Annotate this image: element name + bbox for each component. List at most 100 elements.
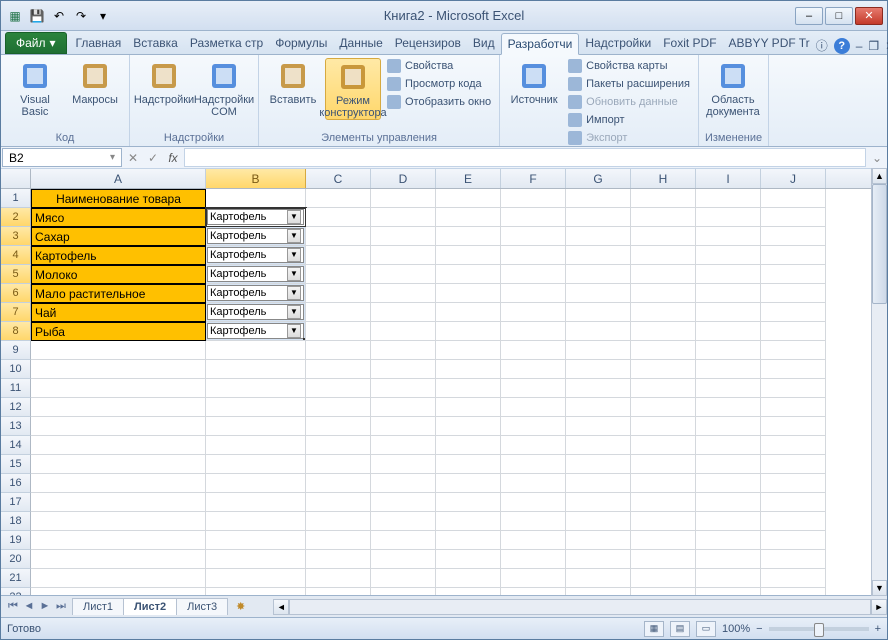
horizontal-scrollbar[interactable]: ◄ ► xyxy=(273,599,887,615)
expand-formula-bar-icon[interactable]: ⌄ xyxy=(867,147,887,168)
cell-A3[interactable]: Сахар xyxy=(31,227,206,246)
cell-H3[interactable] xyxy=(631,227,696,246)
column-header-H[interactable]: H xyxy=(631,169,696,188)
cell-E19[interactable] xyxy=(436,531,501,550)
cell-I18[interactable] xyxy=(696,512,761,531)
formula-input[interactable] xyxy=(184,148,866,167)
file-tab[interactable]: Файл▾ xyxy=(5,32,67,54)
ribbon-tab-вид[interactable]: Вид xyxy=(467,33,501,54)
zoom-level[interactable]: 100% xyxy=(722,623,750,635)
cell-H5[interactable] xyxy=(631,265,696,284)
cell-C8[interactable] xyxy=(306,322,371,341)
combobox-arrow-icon[interactable]: ▼ xyxy=(287,248,301,262)
cell-F17[interactable] xyxy=(501,493,566,512)
qat-dropdown-icon[interactable]: ▾ xyxy=(93,6,113,26)
addins-button[interactable]: Надстройки xyxy=(136,58,192,106)
cell-C1[interactable] xyxy=(306,189,371,208)
cell-F21[interactable] xyxy=(501,569,566,588)
row-header-2[interactable]: 2 xyxy=(1,208,31,227)
combobox-3[interactable]: Картофель▼ xyxy=(207,228,304,244)
zoom-slider[interactable] xyxy=(769,627,869,631)
cell-E9[interactable] xyxy=(436,341,501,360)
cell-F3[interactable] xyxy=(501,227,566,246)
cell-E3[interactable] xyxy=(436,227,501,246)
view-layout-icon[interactable]: ▤ xyxy=(670,621,690,637)
row-header-3[interactable]: 3 xyxy=(1,227,31,246)
cell-B1[interactable] xyxy=(206,189,306,208)
cell-I16[interactable] xyxy=(696,474,761,493)
cell-I15[interactable] xyxy=(696,455,761,474)
cell-C15[interactable] xyxy=(306,455,371,474)
row-header-15[interactable]: 15 xyxy=(1,455,31,474)
cell-I21[interactable] xyxy=(696,569,761,588)
sheet-nav-first-icon[interactable]: ⏮ xyxy=(5,600,21,613)
help-icon[interactable]: ? xyxy=(834,38,850,54)
cell-I9[interactable] xyxy=(696,341,761,360)
combobox-arrow-icon[interactable]: ▼ xyxy=(287,229,301,243)
cell-B21[interactable] xyxy=(206,569,306,588)
cell-F1[interactable] xyxy=(501,189,566,208)
cell-C13[interactable] xyxy=(306,417,371,436)
row-header-17[interactable]: 17 xyxy=(1,493,31,512)
cell-H20[interactable] xyxy=(631,550,696,569)
cell-E14[interactable] xyxy=(436,436,501,455)
cell-B13[interactable] xyxy=(206,417,306,436)
ribbon-tab-abbyy pdf tr[interactable]: ABBYY PDF Tr xyxy=(723,33,816,54)
cell-H16[interactable] xyxy=(631,474,696,493)
column-header-G[interactable]: G xyxy=(566,169,631,188)
cell-D11[interactable] xyxy=(371,379,436,398)
row-header-11[interactable]: 11 xyxy=(1,379,31,398)
cell-A22[interactable] xyxy=(31,588,206,595)
cell-E18[interactable] xyxy=(436,512,501,531)
combobox-arrow-icon[interactable]: ▼ xyxy=(287,305,301,319)
cell-C18[interactable] xyxy=(306,512,371,531)
cell-J19[interactable] xyxy=(761,531,826,550)
column-header-B[interactable]: B xyxy=(206,169,306,188)
cell-C16[interactable] xyxy=(306,474,371,493)
cell-H9[interactable] xyxy=(631,341,696,360)
cell-J12[interactable] xyxy=(761,398,826,417)
close-button[interactable]: ✕ xyxy=(855,7,883,25)
cell-C4[interactable] xyxy=(306,246,371,265)
cell-A18[interactable] xyxy=(31,512,206,531)
cell-A15[interactable] xyxy=(31,455,206,474)
cell-H15[interactable] xyxy=(631,455,696,474)
cell-A17[interactable] xyxy=(31,493,206,512)
row-header-13[interactable]: 13 xyxy=(1,417,31,436)
maximize-button[interactable]: □ xyxy=(825,7,853,25)
cell-E17[interactable] xyxy=(436,493,501,512)
row-header-10[interactable]: 10 xyxy=(1,360,31,379)
cell-B2[interactable]: Картофель▼ xyxy=(206,208,306,227)
cell-E6[interactable] xyxy=(436,284,501,303)
cell-H7[interactable] xyxy=(631,303,696,322)
cell-E21[interactable] xyxy=(436,569,501,588)
props-button[interactable]: Свойства xyxy=(385,58,493,74)
cell-F7[interactable] xyxy=(501,303,566,322)
cell-J11[interactable] xyxy=(761,379,826,398)
cell-D4[interactable] xyxy=(371,246,436,265)
ribbon-tab-разметка стр[interactable]: Разметка стр xyxy=(184,33,269,54)
cell-I12[interactable] xyxy=(696,398,761,417)
cell-D8[interactable] xyxy=(371,322,436,341)
cell-E5[interactable] xyxy=(436,265,501,284)
zoom-out-icon[interactable]: − xyxy=(756,623,762,635)
sheet-tab-Лист2[interactable]: Лист2 xyxy=(123,598,177,615)
cell-H6[interactable] xyxy=(631,284,696,303)
cell-C14[interactable] xyxy=(306,436,371,455)
cell-G21[interactable] xyxy=(566,569,631,588)
cell-B9[interactable] xyxy=(206,341,306,360)
cell-A14[interactable] xyxy=(31,436,206,455)
view-normal-icon[interactable]: ▦ xyxy=(644,621,664,637)
cell-E1[interactable] xyxy=(436,189,501,208)
cell-C5[interactable] xyxy=(306,265,371,284)
cell-H22[interactable] xyxy=(631,588,696,595)
cell-G16[interactable] xyxy=(566,474,631,493)
com_addins-button[interactable]: НадстройкиCOM xyxy=(196,58,252,118)
view_code-button[interactable]: Просмотр кода xyxy=(385,76,493,92)
cell-A13[interactable] xyxy=(31,417,206,436)
ribbon-tab-вставка[interactable]: Вставка xyxy=(127,33,184,54)
cell-H8[interactable] xyxy=(631,322,696,341)
cell-F22[interactable] xyxy=(501,588,566,595)
row-header-6[interactable]: 6 xyxy=(1,284,31,303)
cell-B7[interactable]: Картофель▼ xyxy=(206,303,306,322)
